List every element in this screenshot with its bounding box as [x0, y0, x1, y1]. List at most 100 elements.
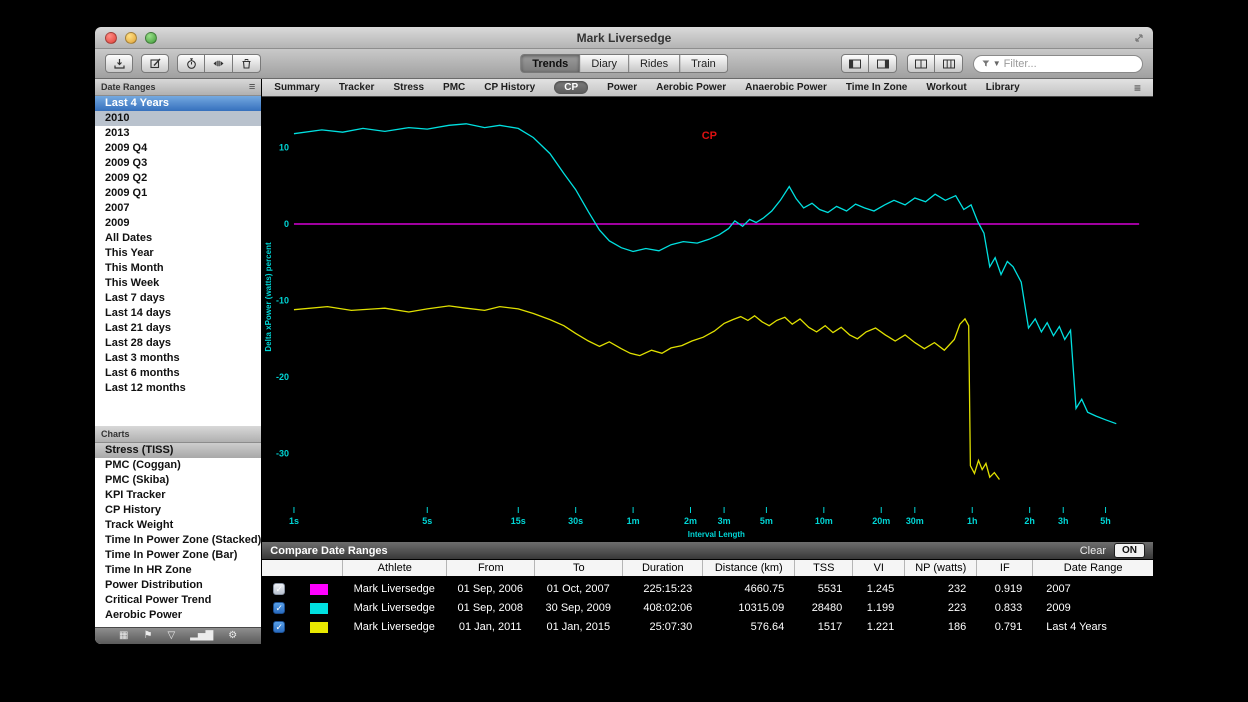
tab-summary[interactable]: Summary — [274, 82, 320, 93]
daterange-2010[interactable]: 2010 — [95, 111, 261, 126]
daterange-this-year[interactable]: This Year — [95, 246, 261, 261]
edit-button[interactable] — [141, 54, 169, 73]
column-header-athlete[interactable]: Athlete — [342, 560, 446, 576]
daterange-last-14-days[interactable]: Last 14 days — [95, 306, 261, 321]
save-button[interactable] — [105, 54, 133, 73]
daterange-last-28-days[interactable]: Last 28 days — [95, 336, 261, 351]
daterange-2009[interactable]: 2009 — [95, 216, 261, 231]
cell-from: 01 Sep, 2006 — [446, 583, 534, 595]
intervals-button[interactable] — [205, 54, 233, 73]
daterange-2009-q1[interactable]: 2009 Q1 — [95, 186, 261, 201]
column-header-np-watts[interactable]: NP (watts) — [904, 560, 976, 576]
tab-cp[interactable]: CP — [554, 81, 588, 94]
x-tick-label: 30m — [906, 516, 924, 526]
chart-track-weight[interactable]: Track Weight — [95, 518, 261, 533]
grid-icon[interactable]: ▦ — [119, 631, 128, 641]
daterange-last-6-months[interactable]: Last 6 months — [95, 366, 261, 381]
charts-header: Charts — [95, 426, 261, 443]
column-header-from[interactable]: From — [446, 560, 534, 576]
daterange-last-7-days[interactable]: Last 7 days — [95, 291, 261, 306]
tab-aerobic-power[interactable]: Aerobic Power — [656, 82, 726, 93]
daterange-2009-q4[interactable]: 2009 Q4 — [95, 141, 261, 156]
row-checkbox[interactable]: ✓ — [273, 583, 285, 595]
chart-critical-power-trend[interactable]: Critical Power Trend — [95, 593, 261, 608]
toggle-right-sidebar-button[interactable] — [869, 54, 897, 73]
tab-workout[interactable]: Workout — [926, 82, 966, 93]
chart-bars-icon[interactable]: ▂▅▇ — [190, 631, 213, 641]
view-train[interactable]: Train — [680, 54, 728, 73]
row-checkbox[interactable]: ✓ — [273, 602, 285, 614]
gear-icon[interactable]: ⚙ — [228, 631, 237, 641]
tab-power[interactable]: Power — [607, 82, 637, 93]
column-header-date-range[interactable]: Date Range — [1032, 560, 1153, 576]
close-button[interactable] — [105, 32, 117, 44]
minimize-button[interactable] — [125, 32, 137, 44]
view-rides[interactable]: Rides — [629, 54, 680, 73]
daterange-2013[interactable]: 2013 — [95, 126, 261, 141]
chart-time-in-power-zone-stacked[interactable]: Time In Power Zone (Stacked) — [95, 533, 261, 548]
view-trends[interactable]: Trends — [520, 54, 580, 73]
tab-stress[interactable]: Stress — [393, 82, 424, 93]
stopwatch-button[interactable] — [177, 54, 205, 73]
on-toggle[interactable]: ON — [1114, 543, 1145, 558]
series-color-swatch — [310, 584, 328, 595]
sidebar-toggle-group — [841, 54, 897, 73]
column-header-distance-km[interactable]: Distance (km) — [702, 560, 794, 576]
daterange-2009-q3[interactable]: 2009 Q3 — [95, 156, 261, 171]
compare-header-bar: Compare Date Ranges Clear ON — [262, 542, 1153, 560]
hamburger-icon[interactable]: ≡ — [249, 81, 255, 93]
chart-aerobic-power[interactable]: Aerobic Power — [95, 608, 261, 623]
tile-view-button[interactable] — [907, 54, 935, 73]
daterange-last-4-years[interactable]: Last 4 Years — [95, 96, 261, 111]
chart-kpi-tracker[interactable]: KPI Tracker — [95, 488, 261, 503]
bookmark-icon[interactable]: ⚑ — [144, 631, 153, 641]
x-tick-label: 5m — [760, 516, 773, 526]
cell-np: 223 — [904, 602, 976, 614]
column-header-vi[interactable]: VI — [852, 560, 904, 576]
filter-input[interactable] — [1004, 58, 1134, 70]
chevron-down-icon: ▼ — [993, 59, 1001, 68]
view-diary[interactable]: Diary — [580, 54, 629, 73]
chart-time-in-hr-zone[interactable]: Time In HR Zone — [95, 563, 261, 578]
chart-cp-history[interactable]: CP History — [95, 503, 261, 518]
chart-power-distribution[interactable]: Power Distribution — [95, 578, 261, 593]
cell-to: 01 Oct, 2007 — [534, 583, 622, 595]
column-header-if[interactable]: IF — [976, 560, 1032, 576]
clear-button[interactable]: Clear — [1080, 545, 1106, 557]
daterange-last-12-months[interactable]: Last 12 months — [95, 381, 261, 396]
x-tick-label: 3h — [1058, 516, 1068, 526]
chart-time-in-power-zone-bar[interactable]: Time In Power Zone (Bar) — [95, 548, 261, 563]
column-header-tss[interactable]: TSS — [794, 560, 852, 576]
column-header-duration[interactable]: Duration — [622, 560, 702, 576]
compare-title: Compare Date Ranges — [270, 545, 387, 557]
delete-button[interactable] — [233, 54, 261, 73]
filter-field[interactable]: ▼ — [973, 55, 1143, 73]
daterange-this-week[interactable]: This Week — [95, 276, 261, 291]
daterange-2007[interactable]: 2007 — [95, 201, 261, 216]
column-header-to[interactable]: To — [534, 560, 622, 576]
daterange-last-21-days[interactable]: Last 21 days — [95, 321, 261, 336]
chart-pmc-coggan[interactable]: PMC (Coggan) — [95, 458, 261, 473]
view-switcher: TrendsDiaryRidesTrain — [520, 54, 728, 73]
chart-pmc-skiba[interactable]: PMC (Skiba) — [95, 473, 261, 488]
tab-pmc[interactable]: PMC — [443, 82, 465, 93]
funnel-icon[interactable]: ▽ — [167, 631, 175, 641]
tab-anaerobic-power[interactable]: Anaerobic Power — [745, 82, 827, 93]
tab-cp-history[interactable]: CP History — [484, 82, 535, 93]
zoom-button[interactable] — [145, 32, 157, 44]
daterange-last-3-months[interactable]: Last 3 months — [95, 351, 261, 366]
chart-stress-tiss[interactable]: Stress (TISS) — [95, 443, 261, 458]
row-checkbox[interactable]: ✓ — [273, 621, 285, 633]
toggle-left-sidebar-button[interactable] — [841, 54, 869, 73]
column-view-button[interactable] — [935, 54, 963, 73]
tabbar-menu-icon[interactable]: ≡ — [1134, 81, 1141, 95]
tab-library[interactable]: Library — [986, 82, 1020, 93]
daterange-this-month[interactable]: This Month — [95, 261, 261, 276]
tab-tracker[interactable]: Tracker — [339, 82, 375, 93]
resize-icon[interactable] — [1133, 32, 1145, 44]
traffic-lights — [105, 32, 157, 44]
daterange-2009-q2[interactable]: 2009 Q2 — [95, 171, 261, 186]
tab-time-in-zone[interactable]: Time In Zone — [846, 82, 908, 93]
titlebar[interactable]: Mark Liversedge — [95, 27, 1153, 49]
daterange-all-dates[interactable]: All Dates — [95, 231, 261, 246]
